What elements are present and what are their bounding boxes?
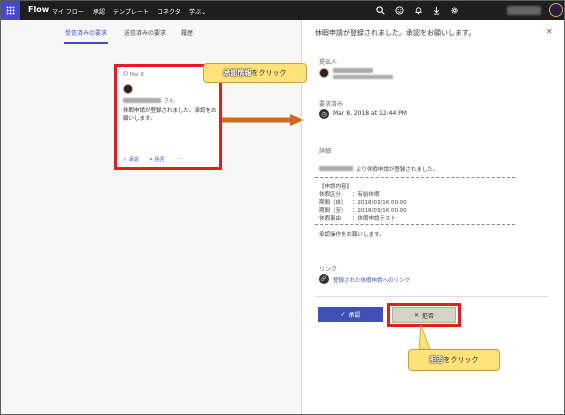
tab-history[interactable]: 履歴: [181, 28, 193, 37]
avatar[interactable]: [549, 3, 563, 17]
card-approve-label: 承認: [128, 157, 139, 163]
chevron-down-icon: ⌄: [201, 9, 207, 16]
nav-my-flows[interactable]: マイ フロー: [52, 7, 84, 16]
tab-sent[interactable]: 送信済みの要求: [124, 28, 166, 37]
top-bar: Flow マイ フロー 承認 テンプレート コネクタ 学ぶ⌄: [1, 1, 564, 20]
approvals-tabs: 受信済みの要求 送信済みの要求 履歴: [1, 20, 301, 42]
request-link[interactable]: 登録された休暇申請へのリンク: [333, 276, 410, 284]
card-date-text: Mar 8: [129, 72, 144, 78]
card-reject-button[interactable]: ✕ 拒否: [149, 156, 165, 163]
close-icon: ✕: [149, 157, 154, 163]
details-footer: 承認操作をお願いします。: [319, 232, 385, 238]
detail-val-reason: ：休暇申請テスト: [352, 216, 397, 222]
card-message: 休暇申請が登録されました。承認をお願いします。: [123, 108, 217, 122]
callout-reject-emphasis: 拒否: [429, 356, 444, 364]
app-launcher-icon[interactable]: [1, 1, 20, 20]
reject-button[interactable]: ✕ 拒否: [392, 307, 456, 323]
requested-date: Mar 8, 2018 at 12:44 PM: [333, 110, 407, 117]
card-date: Mar 8: [123, 71, 144, 78]
brand-title[interactable]: Flow: [28, 5, 49, 14]
actions-separator: [315, 296, 548, 297]
smiley-icon[interactable]: [393, 4, 406, 17]
requester-avatar: [123, 84, 133, 94]
clock-icon: ◷: [319, 109, 329, 119]
callout-card-text: をクリック: [251, 69, 287, 77]
clock-icon: [123, 71, 128, 76]
arrow-right-icon: [222, 114, 304, 126]
bell-icon[interactable]: [412, 4, 425, 17]
pane-divider: [301, 20, 302, 414]
callout-click-approval-info: 承認情報 をクリック: [203, 63, 307, 83]
detail-key-type: 休暇区分: [319, 192, 342, 198]
detail-key-to: 期間（至）: [319, 208, 347, 214]
requester-email-redacted: [333, 75, 393, 79]
detail-val-from: ：2018/03/16 00:00: [352, 200, 407, 206]
search-icon[interactable]: [374, 4, 387, 17]
more-options-icon[interactable]: ···: [177, 156, 182, 162]
details-name-redacted: [319, 166, 353, 171]
nav-approvals[interactable]: 承認: [93, 7, 105, 16]
detail-val-to: ：2018/03/16 00:00: [352, 208, 407, 214]
detail-key-reason: 休暇事由: [319, 216, 342, 222]
nav-learn-label: 学ぶ: [189, 9, 202, 16]
detail-key-from: 期間（自）: [319, 200, 347, 206]
panel-title: 休暇申請が登録されました。承認をお願いします。: [315, 29, 476, 37]
callout-click-reject: 拒否 をクリック: [408, 349, 500, 371]
callout-pointer: [418, 325, 431, 350]
card-reject-label: 拒否: [154, 157, 165, 163]
requester-name-redacted: [333, 68, 373, 73]
requested-label: 要求済み: [319, 101, 344, 108]
reject-button-label: 拒否: [422, 312, 435, 320]
requester-label: 提出人: [319, 59, 338, 66]
tab-received[interactable]: 受信済みの要求: [65, 28, 107, 37]
callout-reject-text: をクリック: [443, 356, 479, 364]
nav-learn[interactable]: 学ぶ⌄: [189, 7, 206, 16]
details-divider-top: [315, 177, 515, 178]
approve-button-label: 承認: [348, 312, 361, 319]
details-line1: より休暇申請が登録されました。: [356, 167, 439, 173]
details-divider-bottom: [315, 224, 515, 225]
card-approve-button[interactable]: ✓ 承認: [123, 156, 139, 163]
gear-icon[interactable]: [448, 4, 461, 17]
active-tab-underline: [64, 42, 108, 44]
callout-card-emphasis: 承認情報: [223, 69, 252, 77]
user-name-redacted: [507, 6, 541, 15]
nav-templates[interactable]: テンプレート: [113, 7, 149, 16]
nav-connectors[interactable]: コネクタ: [157, 7, 181, 16]
link-icon: 🔗: [319, 274, 329, 284]
close-icon[interactable]: ✕: [546, 27, 553, 36]
approve-button[interactable]: ✓ 承認: [318, 307, 383, 322]
link-label: リンク: [319, 266, 338, 273]
check-icon: ✓: [123, 157, 128, 163]
check-icon: ✓: [340, 311, 346, 318]
close-icon: ✕: [413, 311, 419, 319]
requester-avatar: [319, 68, 329, 78]
details-label: 詳細: [319, 148, 332, 155]
detail-val-type: ：有給休暇: [352, 192, 380, 198]
download-icon[interactable]: [430, 4, 443, 17]
details-header: 【申請内容】: [319, 184, 353, 190]
honorific: さん: [164, 98, 175, 104]
requester-name-redacted: [123, 98, 161, 103]
